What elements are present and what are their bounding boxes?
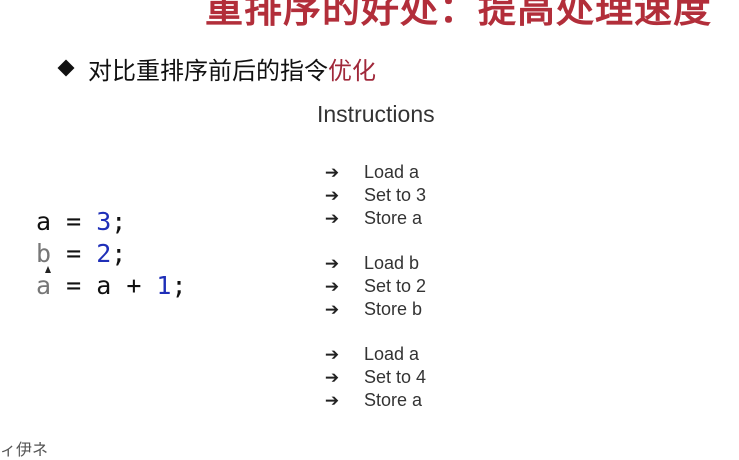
instruction-text: Load a xyxy=(364,162,420,182)
instruction-row: ➔ Load b xyxy=(322,252,426,275)
instruction-text: Store a xyxy=(364,390,423,410)
code-number: 3 xyxy=(96,207,112,236)
instruction-row: ➔ Set to 4 xyxy=(322,366,426,389)
instruction-row: ➔ Store b xyxy=(322,298,426,321)
instruction-text: Set to 4 xyxy=(364,367,427,387)
instruction-row: ➔ Set to 3 xyxy=(322,184,426,207)
code-var: b xyxy=(36,239,52,268)
arrow-icon: ➔ xyxy=(324,344,340,364)
instruction-text: Set to 3 xyxy=(364,185,427,205)
arrow-icon: ➔ xyxy=(324,299,340,319)
bullet-text: 对比重排序前后的指令 xyxy=(88,56,328,85)
slide-title: 重排序的好处：提高处理速度 xyxy=(205,0,713,31)
bullet-highlight: 优化 xyxy=(328,56,376,85)
arrow-icon: ➔ xyxy=(324,390,340,410)
instruction-row: ➔ Store a xyxy=(322,207,426,230)
code-op: = a + xyxy=(51,271,157,300)
code-var: a xyxy=(36,207,52,236)
diamond-bullet-icon xyxy=(57,59,75,77)
code-semicolon: ; xyxy=(171,271,187,300)
instruction-text: Set to 2 xyxy=(364,276,427,296)
code-semicolon: ; xyxy=(111,239,127,268)
arrow-icon: ➔ xyxy=(324,208,340,228)
code-line: b = 2; xyxy=(36,238,187,270)
code-number: 2 xyxy=(96,239,112,268)
instruction-group: ➔ Load a ➔ Set to 3 ➔ Store a xyxy=(322,161,426,230)
instruction-row: ➔ Load a xyxy=(322,161,426,184)
code-var: a xyxy=(36,271,52,300)
code-op: = xyxy=(51,207,97,236)
instruction-text: Store a xyxy=(364,208,423,228)
instruction-row: ➔ Set to 2 xyxy=(322,275,426,298)
arrow-icon: ➔ xyxy=(324,276,340,296)
instruction-text: Load a xyxy=(364,344,420,364)
arrow-icon: ➔ xyxy=(324,162,340,182)
instruction-group: ➔ Load b ➔ Set to 2 ➔ Store b xyxy=(322,252,426,321)
instructions-title: Instructions xyxy=(317,101,435,127)
bullet-point: 对比重排序前后的指令 优化 xyxy=(56,51,376,85)
code-number: 1 xyxy=(156,271,172,300)
code-block: a = 3; b = 2; a = a + 1; xyxy=(36,206,187,302)
code-semicolon: ; xyxy=(111,207,127,236)
code-op: = xyxy=(51,239,97,268)
instruction-text: Load b xyxy=(364,253,420,273)
mouse-cursor-icon xyxy=(45,266,51,273)
instruction-group: ➔ Load a ➔ Set to 4 ➔ Store a xyxy=(322,343,426,412)
arrow-icon: ➔ xyxy=(324,367,340,387)
instruction-row: ➔ Load a xyxy=(322,343,426,366)
instruction-row: ➔ Store a xyxy=(322,389,426,412)
code-line: a = a + 1; xyxy=(36,270,187,302)
arrow-icon: ➔ xyxy=(324,253,340,273)
code-line: a = 3; xyxy=(36,206,187,238)
bottom-text-fragment: ィ伊ネ xyxy=(0,440,49,459)
instruction-text: Store b xyxy=(364,299,423,319)
arrow-icon: ➔ xyxy=(324,185,340,205)
